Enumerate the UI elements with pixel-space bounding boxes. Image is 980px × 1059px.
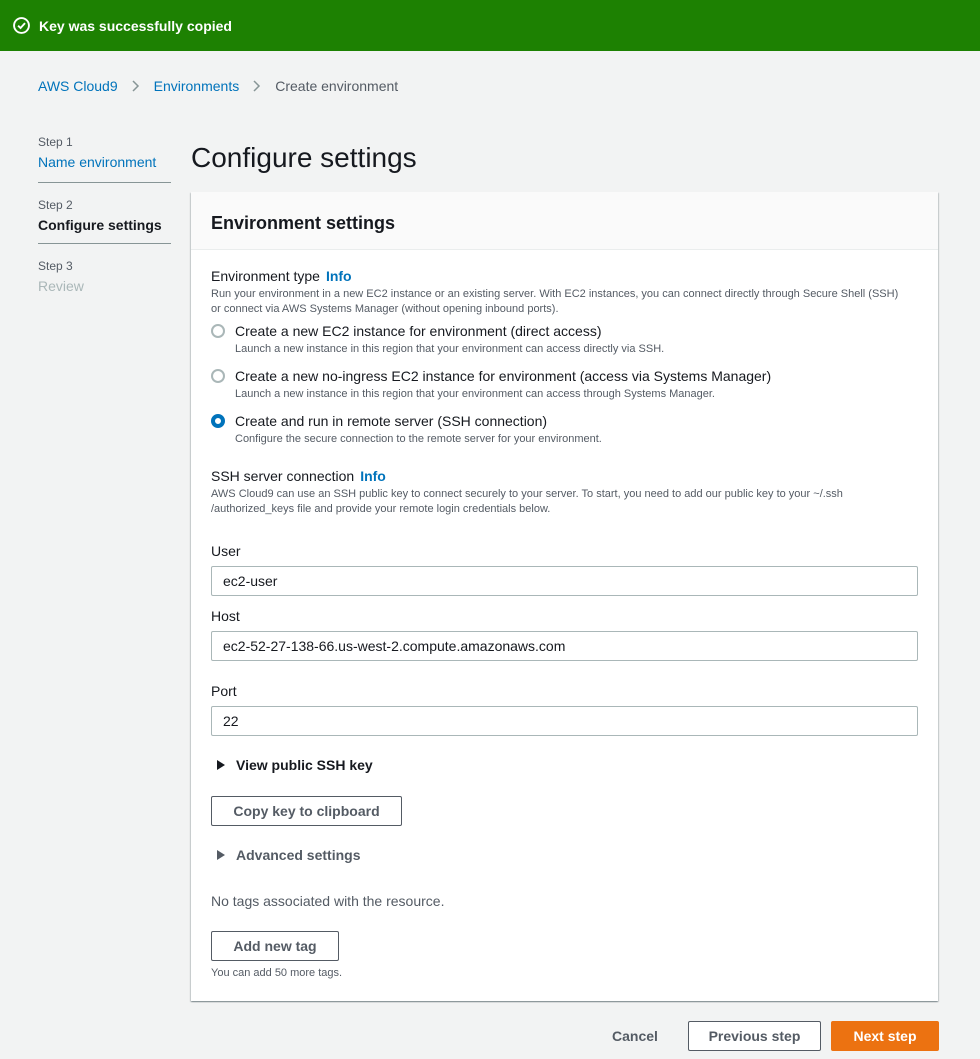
port-label: Port bbox=[211, 683, 237, 699]
flash-message: Key was successfully copied bbox=[39, 17, 232, 34]
environment-type-description: Run your environment in a new EC2 instan… bbox=[211, 288, 899, 315]
breadcrumb-create-environment: Create environment bbox=[275, 78, 399, 94]
environment-settings-card: Environment settings Environment type Inf… bbox=[191, 192, 938, 1001]
view-public-ssh-key-label: View public SSH key bbox=[236, 757, 373, 773]
option-ec2-no-ingress-desc: Launch a new instance in this region tha… bbox=[235, 388, 715, 400]
card-header: Environment settings bbox=[191, 192, 938, 250]
option-ec2-no-ingress-label[interactable]: Create a new no-ingress EC2 instance for… bbox=[235, 367, 771, 385]
check-circle-icon bbox=[13, 17, 30, 34]
step-2: Step 2 Configure settings bbox=[38, 183, 171, 244]
environment-type-label: Environment type Info bbox=[211, 267, 352, 285]
previous-step-button[interactable]: Previous step bbox=[688, 1021, 821, 1051]
user-label: User bbox=[211, 543, 241, 559]
step-3: Step 3 Review bbox=[38, 244, 171, 296]
advanced-settings-expander[interactable]: Advanced settings bbox=[217, 847, 360, 863]
success-flash-banner: Key was successfully copied bbox=[0, 0, 980, 51]
page-title: Configure settings bbox=[191, 142, 417, 173]
step-2-number: Step 2 bbox=[38, 198, 73, 212]
breadcrumb: AWS Cloud9 Environments Create environme… bbox=[38, 76, 398, 96]
option-ec2-direct-desc: Launch a new instance in this region tha… bbox=[235, 343, 665, 355]
step-1: Step 1 Name environment bbox=[38, 134, 171, 183]
ssh-connection-info-link[interactable]: Info bbox=[360, 468, 386, 484]
option-remote-server-label[interactable]: Create and run in remote server (SSH con… bbox=[235, 412, 547, 430]
wizard-steps: Step 1 Name environment Step 2 Configure… bbox=[38, 134, 171, 296]
tags-hint: You can add 50 more tags. bbox=[211, 967, 343, 979]
breadcrumb-aws-cloud9[interactable]: AWS Cloud9 bbox=[38, 78, 118, 94]
radio-ec2-no-ingress[interactable] bbox=[211, 369, 225, 383]
port-input[interactable] bbox=[211, 706, 918, 736]
step-3-number: Step 3 bbox=[38, 259, 73, 273]
ssh-connection-description: AWS Cloud9 can use an SSH public key to … bbox=[211, 488, 843, 515]
advanced-settings-label: Advanced settings bbox=[236, 847, 361, 863]
copy-key-button[interactable]: Copy key to clipboard bbox=[211, 796, 402, 826]
no-tags-text: No tags associated with the resource. bbox=[211, 893, 445, 909]
step-2-title: Configure settings bbox=[38, 217, 162, 233]
user-input[interactable] bbox=[211, 566, 918, 596]
environment-type-text: Environment type bbox=[211, 268, 320, 284]
chevron-right-icon bbox=[253, 80, 261, 92]
host-input[interactable] bbox=[211, 631, 918, 661]
option-ec2-direct-label[interactable]: Create a new EC2 instance for environmen… bbox=[235, 322, 602, 340]
cancel-button[interactable]: Cancel bbox=[596, 1021, 674, 1051]
step-1-number: Step 1 bbox=[38, 135, 73, 149]
caret-right-icon bbox=[217, 760, 225, 770]
radio-remote-server[interactable] bbox=[211, 414, 225, 428]
ssh-connection-text: SSH server connection bbox=[211, 468, 355, 484]
option-remote-server-desc: Configure the secure connection to the r… bbox=[235, 433, 602, 445]
ssh-connection-label: SSH server connection Info bbox=[211, 467, 386, 485]
environment-type-info-link[interactable]: Info bbox=[326, 268, 352, 284]
card-title: Environment settings bbox=[211, 213, 396, 233]
host-label: Host bbox=[211, 608, 240, 624]
radio-ec2-direct[interactable] bbox=[211, 324, 225, 338]
view-public-ssh-key-expander[interactable]: View public SSH key bbox=[217, 757, 373, 773]
chevron-right-icon bbox=[132, 80, 139, 92]
breadcrumb-environments[interactable]: Environments bbox=[154, 78, 240, 94]
step-1-link[interactable]: Name environment bbox=[38, 152, 171, 172]
step-3-title: Review bbox=[38, 278, 84, 294]
caret-right-icon bbox=[217, 850, 225, 860]
next-step-button[interactable]: Next step bbox=[831, 1021, 939, 1051]
add-new-tag-button[interactable]: Add new tag bbox=[211, 931, 339, 961]
